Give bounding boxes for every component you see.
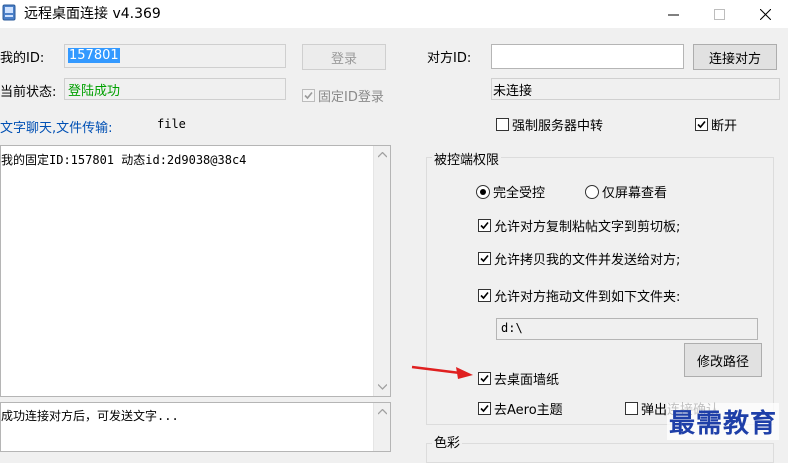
scroll-up-icon[interactable] [378,409,387,415]
fixed-id-login-checkbox[interactable]: 固定ID登录 [302,86,384,105]
force-server-relay-label: 强制服务器中转 [512,119,604,134]
remove-wallpaper-checkbox[interactable]: 去桌面墙纸 [478,369,559,388]
checkmark-icon [480,374,489,383]
red-arrow-icon [411,365,473,379]
color-group-title: 色彩 [432,432,463,451]
log-text: 我的固定ID:157801 动态id:2d9038@38c4 [1,153,247,167]
checkmark-icon [480,404,489,413]
login-button[interactable]: 登录 [302,44,386,70]
status-field: 登陆成功 [64,78,286,100]
peer-id-input[interactable] [491,44,684,69]
permissions-group-title: 被控端权限 [432,149,502,168]
scroll-up-icon[interactable] [378,152,387,158]
allow-copy-files-checkbox[interactable]: 允许拷贝我的文件并发送给对方; [478,249,680,268]
maximize-button[interactable] [696,0,742,28]
fixed-id-login-label: 固定ID登录 [318,90,384,105]
folder-path: d:\ [501,321,523,335]
close-button[interactable] [742,0,788,28]
remove-aero-label: 去Aero主题 [494,403,563,418]
checkbox-box [478,402,491,415]
checkmark-icon [480,254,489,263]
window-title: 远程桌面连接 v4.369 [24,6,161,22]
my-id-label: 我的ID: [0,51,45,66]
my-id-value: 157801 [68,48,120,63]
maximize-icon [713,8,725,20]
disconnect-checkbox[interactable]: 断开 [695,115,737,134]
message-textarea[interactable]: 成功连接对方后，可发送文字... [0,402,391,452]
checkbox-box [478,252,491,265]
remove-aero-checkbox[interactable]: 去Aero主题 [478,399,563,418]
checkbox-box [478,289,491,302]
checkbox-box [302,89,315,102]
log-scrollbar[interactable] [373,146,390,396]
checkbox-box [478,219,491,232]
connection-status-field: 未连接 [491,78,780,100]
radio-dot [476,184,490,199]
message-text: 成功连接对方后，可发送文字... [1,409,179,423]
minimize-icon [667,14,679,15]
remove-wallpaper-label: 去桌面墙纸 [494,373,560,388]
peer-id-label: 对方ID: [427,51,472,66]
status-label: 当前状态: [0,85,57,100]
radio-full-control-label: 完全受控 [493,186,546,201]
checkbox-box [695,118,708,131]
checkbox-box [496,118,509,131]
radio-view-only[interactable]: 仅屏幕查看 [585,182,667,201]
app-icon [2,4,16,21]
color-group [426,443,774,463]
disconnect-label: 断开 [711,119,738,134]
radio-full-control[interactable]: 完全受控 [476,182,545,201]
minimize-button[interactable] [650,0,696,28]
folder-path-field[interactable]: d:\ [496,318,758,340]
allow-clipboard-label: 允许对方复制粘帖文字到剪切板; [494,220,681,235]
allow-clipboard-checkbox[interactable]: 允许对方复制粘帖文字到剪切板; [478,216,680,235]
checkmark-icon [304,91,313,100]
checkmark-icon [480,291,489,300]
allow-drag-files-checkbox[interactable]: 允许对方拖动文件到如下文件夹: [478,286,680,305]
close-icon [759,8,771,20]
chat-label: 文字聊天,文件传输: [0,121,113,136]
change-path-button[interactable]: 修改路径 [684,343,762,377]
connect-button[interactable]: 连接对方 [693,44,777,70]
message-scrollbar[interactable] [373,403,390,451]
allow-drag-files-label: 允许对方拖动文件到如下文件夹: [494,290,681,305]
radio-dot [585,184,599,199]
my-id-field[interactable]: 157801 [64,44,286,68]
checkbox-box [478,372,491,385]
checkbox-box [625,402,638,415]
checkmark-icon [480,221,489,230]
file-label: file [157,117,186,131]
force-server-relay-checkbox[interactable]: 强制服务器中转 [496,115,603,134]
checkmark-icon [697,120,706,129]
watermark: 最需教育 [667,403,780,440]
connection-status: 未连接 [493,84,533,99]
status-value: 登陆成功 [68,84,121,99]
allow-copy-files-label: 允许拷贝我的文件并发送给对方; [494,253,681,268]
log-textarea[interactable]: 我的固定ID:157801 动态id:2d9038@38c4 [0,145,391,397]
scroll-down-icon[interactable] [378,384,387,390]
radio-view-only-label: 仅屏幕查看 [602,186,668,201]
